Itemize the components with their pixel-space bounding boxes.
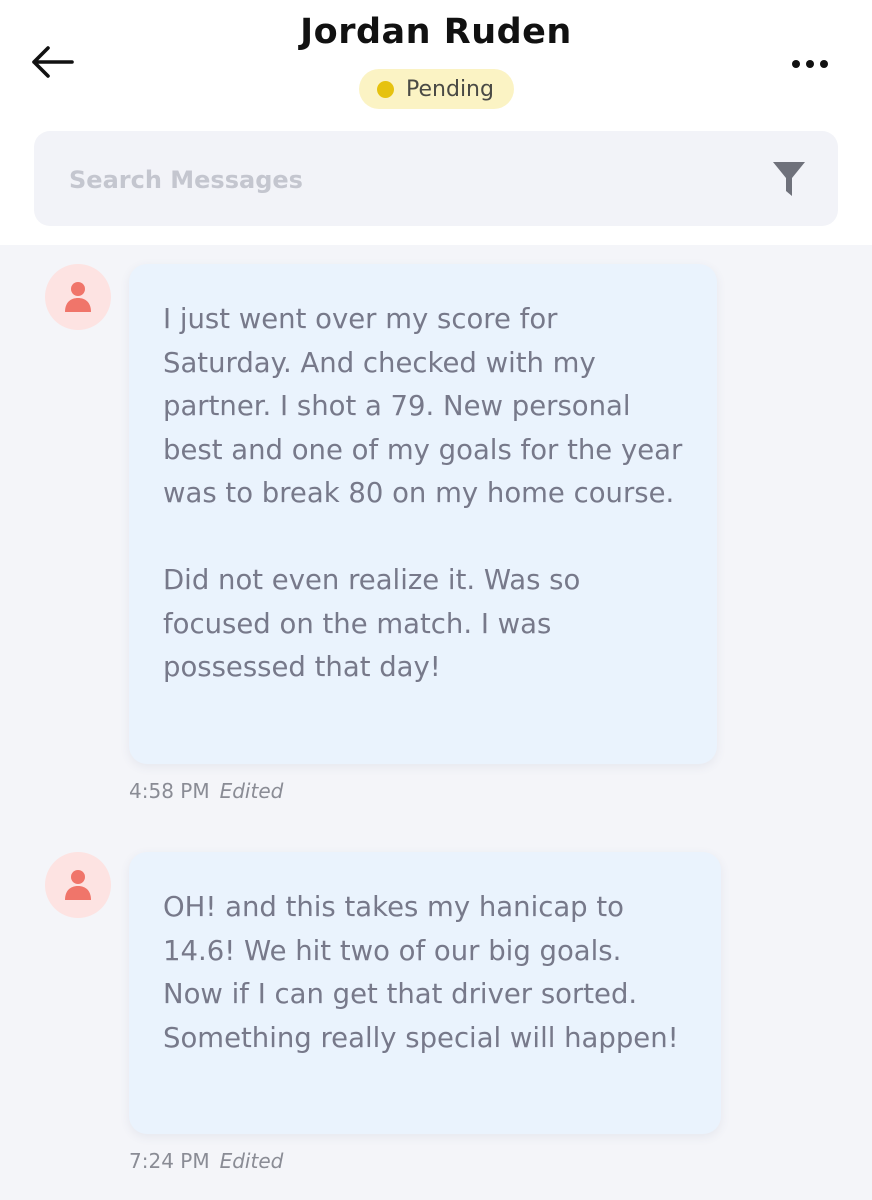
- user-icon: [65, 870, 91, 900]
- message-timestamp: 4:58 PM: [129, 779, 210, 803]
- user-icon: [65, 282, 91, 312]
- filter-button[interactable]: [770, 159, 808, 199]
- message-meta: 4:58 PM Edited: [129, 779, 283, 803]
- contact-name: Jordan Ruden: [300, 12, 572, 52]
- message-bubble[interactable]: I just went over my score for Saturday. …: [129, 264, 717, 764]
- avatar[interactable]: [45, 264, 111, 330]
- edited-label: Edited: [219, 779, 284, 803]
- message-meta: 7:24 PM Edited: [129, 1149, 283, 1173]
- status-label: Pending: [406, 76, 494, 102]
- more-horizontal-icon: [792, 60, 800, 68]
- status-dot-icon: [377, 80, 395, 98]
- edited-label: Edited: [219, 1149, 284, 1173]
- more-options-button[interactable]: [786, 46, 834, 82]
- message-timestamp: 7:24 PM: [129, 1149, 210, 1173]
- message-text: I just went over my score for Saturday. …: [163, 303, 683, 509]
- message-bubble[interactable]: OH! and this takes my hanicap to 14.6! W…: [129, 852, 721, 1134]
- conversation-header: Jordan Ruden Pending: [0, 0, 872, 245]
- search-input[interactable]: [67, 157, 711, 203]
- avatar[interactable]: [45, 852, 111, 918]
- message-text: Did not even realize it. Was so focused …: [163, 564, 581, 683]
- search-bar: [34, 131, 838, 226]
- message-text: OH! and this takes my hanicap to 14.6! W…: [163, 891, 679, 1054]
- filter-icon: [773, 162, 805, 196]
- status-badge: Pending: [359, 69, 514, 109]
